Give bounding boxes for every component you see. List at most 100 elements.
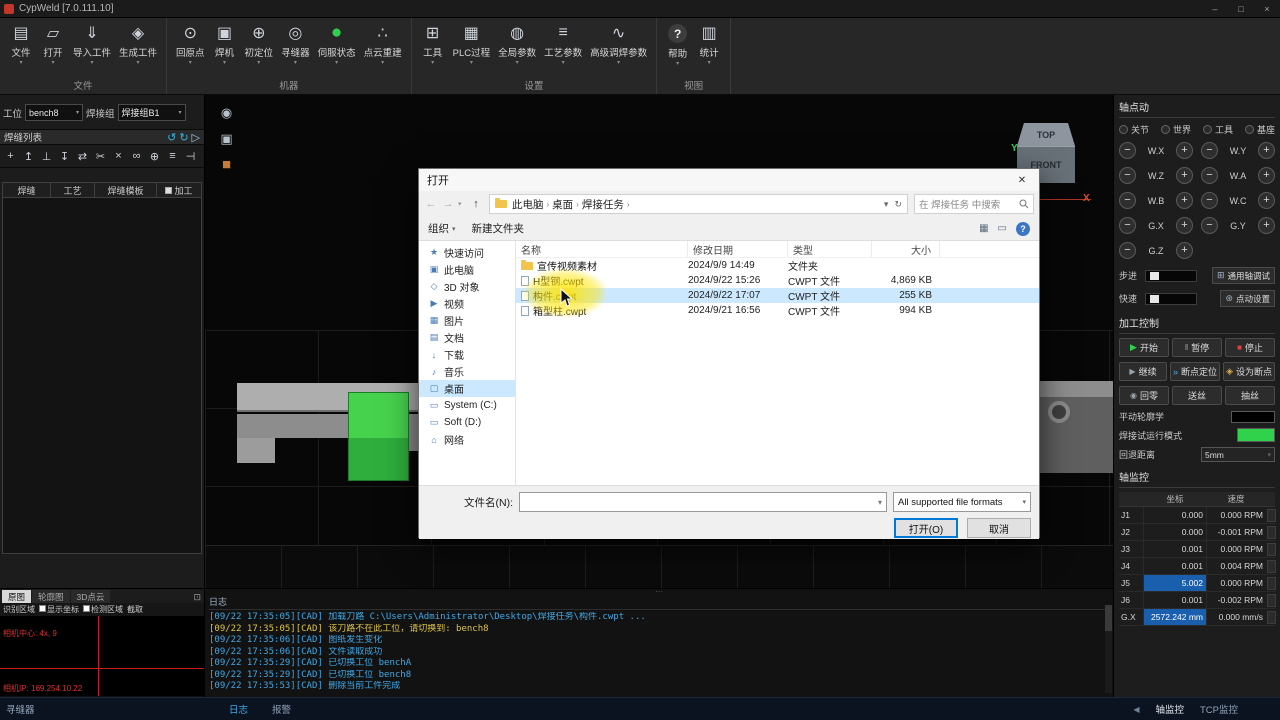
refresh-cw-icon[interactable]: ↻ — [179, 131, 188, 144]
play-icon[interactable]: ▷ — [192, 131, 200, 144]
tab-contour-image[interactable]: 轮廓图 — [32, 590, 70, 603]
collapse-left-icon[interactable]: ◀ — [1133, 705, 1139, 714]
set-breakpoint-button[interactable]: ◈设为断点 — [1223, 362, 1275, 381]
snap-icon[interactable]: ◉ — [217, 103, 236, 122]
fast-slider[interactable] — [1145, 293, 1197, 305]
file-type-filter-dropdown[interactable]: All supported file formats▾ — [893, 492, 1031, 512]
view-cube-top[interactable]: TOP — [1017, 123, 1075, 146]
jog-plus-button[interactable]: + — [1176, 192, 1193, 209]
slider-handle[interactable] — [1150, 295, 1159, 303]
tab-original-image[interactable]: 原图 — [2, 590, 31, 603]
sidebar-item[interactable]: ⌂ 网络 — [419, 431, 515, 448]
toolbar-button[interactable]: ▣ 焊机 ▾ — [209, 20, 241, 68]
col-date[interactable]: 修改日期 — [688, 241, 788, 257]
start-button[interactable]: ▶开始 — [1119, 338, 1169, 357]
move-down-icon[interactable]: ↧ — [56, 148, 73, 164]
toolbar-button[interactable]: ⊕ 初定位 ▾ — [241, 20, 278, 68]
delete-icon[interactable]: × — [110, 148, 127, 164]
toolbar-button[interactable]: ◎ 寻缝器 ▾ — [277, 20, 314, 68]
sidebar-item[interactable]: ▤ 文档 — [419, 329, 515, 346]
axis-debug-button[interactable]: ⊞通用轴调试 — [1212, 267, 1275, 284]
new-folder-button[interactable]: 新建文件夹 — [472, 221, 525, 236]
pause-button[interactable]: ‖暂停 — [1172, 338, 1222, 357]
log-scrollbar[interactable] — [1105, 605, 1112, 693]
mode-joint[interactable]: 关节 — [1119, 123, 1149, 136]
detect-area-checkbox[interactable]: 检测区域 — [83, 604, 123, 615]
jog-minus-button[interactable]: − — [1119, 192, 1136, 209]
sidebar-item[interactable]: ▦ 图片 — [419, 312, 515, 329]
jog-plus-button[interactable]: + — [1176, 167, 1193, 184]
tab-log[interactable]: 日志 — [229, 702, 248, 716]
checkbox-icon[interactable] — [165, 187, 172, 194]
step-slider[interactable] — [1145, 270, 1197, 282]
toolbar-button[interactable]: ◍ 全局参数 ▾ — [494, 20, 540, 68]
col-machining[interactable]: 加工 — [157, 183, 201, 197]
close-icon[interactable]: × — [1254, 0, 1280, 18]
cut-icon[interactable]: ✂ — [92, 148, 109, 164]
filename-input[interactable]: ▾ — [519, 492, 887, 512]
jog-plus-button[interactable]: + — [1176, 217, 1193, 234]
jog-minus-button[interactable]: − — [1119, 217, 1136, 234]
col-name[interactable]: 名称 — [516, 241, 688, 257]
move-bottom-icon[interactable]: ⊥ — [38, 148, 55, 164]
col-weld[interactable]: 焊缝 — [3, 183, 51, 197]
maximize-icon[interactable]: □ — [1228, 0, 1254, 18]
tab-tcp-monitor[interactable]: TCP监控 — [1200, 702, 1238, 716]
camera-icon[interactable]: ▣ — [217, 129, 236, 148]
organize-button[interactable]: 组织▾ — [428, 221, 456, 236]
forward-icon[interactable]: → — [441, 198, 455, 210]
axis-row-button[interactable] — [1267, 526, 1276, 539]
sidebar-item[interactable]: ▭ Soft (D:) — [419, 414, 515, 431]
station-dropdown[interactable]: bench8▾ — [25, 104, 83, 121]
jog-plus-button[interactable]: + — [1258, 142, 1275, 159]
continue-button[interactable]: ▶继续 — [1119, 362, 1167, 381]
link-icon[interactable]: ∞ — [128, 148, 145, 164]
jog-plus-button[interactable]: + — [1176, 142, 1193, 159]
open-button[interactable]: 打开(O) — [894, 518, 958, 538]
wire-retract-button[interactable]: 抽丝 — [1225, 386, 1275, 405]
toolbar-button[interactable]: ? 帮助 ▾ — [662, 20, 693, 69]
jog-minus-button[interactable]: − — [1201, 192, 1218, 209]
toolbar-button[interactable]: ▱ 打开 ▾ — [37, 20, 69, 68]
toolbar-button[interactable]: ⇓ 导入工件 ▾ — [69, 20, 115, 68]
material-icon[interactable]: ■ — [217, 155, 236, 174]
view-mode-icon[interactable]: ▦ — [979, 223, 988, 234]
cancel-button[interactable]: 取消 — [967, 518, 1031, 538]
toolbar-button[interactable]: ● 伺服状态 ▾ — [314, 20, 360, 68]
sidebar-item[interactable]: ◇ 3D 对象 — [419, 278, 515, 295]
swap-icon[interactable]: ⇄ — [74, 148, 91, 164]
toolbar-button[interactable]: ≡ 工艺参数 ▾ — [540, 20, 586, 68]
toolbar-button[interactable]: ◈ 生成工件 ▾ — [115, 20, 161, 68]
toolbar-button[interactable]: ∴ 点云重建 ▾ — [360, 20, 406, 68]
breakpoint-locate-button[interactable]: »断点定位 — [1170, 362, 1220, 381]
jog-settings-button[interactable]: ⊛点动设置 — [1220, 290, 1275, 307]
add-icon[interactable]: + — [2, 148, 19, 164]
toolbar-button[interactable]: ⊙ 回原点 ▾ — [172, 20, 209, 68]
tab-alarm[interactable]: 报警 — [272, 702, 291, 716]
list-icon[interactable]: ≡ — [164, 148, 181, 164]
toolbar-button[interactable]: ▤ 文件 ▾ — [5, 20, 37, 68]
back-icon[interactable]: ← — [424, 198, 438, 210]
weld-group-dropdown[interactable]: 焊接组B1▾ — [118, 104, 186, 121]
expand-icon[interactable]: ⊡ — [193, 592, 204, 603]
refresh-icon[interactable]: ↻ — [894, 199, 902, 210]
wire-feed-button[interactable]: 送丝 — [1172, 386, 1222, 405]
jog-minus-button[interactable]: − — [1119, 242, 1136, 259]
history-caret-icon[interactable]: ▾ — [458, 200, 466, 208]
jog-minus-button[interactable]: − — [1119, 142, 1136, 159]
sidebar-item[interactable]: ↓ 下载 — [419, 346, 515, 363]
tab-axis-monitor[interactable]: 轴监控 — [1155, 702, 1184, 716]
sidebar-item[interactable]: ▶ 视频 — [419, 295, 515, 312]
toolbar-button[interactable]: ▦ PLC过程 ▾ — [449, 20, 494, 68]
address-caret-icon[interactable]: ▾ — [884, 199, 889, 210]
home-button[interactable]: ◉回零 — [1119, 386, 1169, 405]
axis-row-button[interactable] — [1267, 577, 1276, 590]
sidebar-item[interactable]: ▭ System (C:) — [419, 397, 515, 414]
jog-plus-button[interactable]: + — [1258, 217, 1275, 234]
breadcrumb-segment[interactable]: 此电脑 — [512, 197, 544, 212]
col-process[interactable]: 工艺 — [51, 183, 95, 197]
jog-minus-button[interactable]: − — [1201, 167, 1218, 184]
breadcrumb-segment[interactable]: 桌面 — [552, 197, 573, 212]
axis-row-button[interactable] — [1267, 611, 1276, 624]
refresh-ccw-icon[interactable]: ↺ — [167, 131, 176, 144]
